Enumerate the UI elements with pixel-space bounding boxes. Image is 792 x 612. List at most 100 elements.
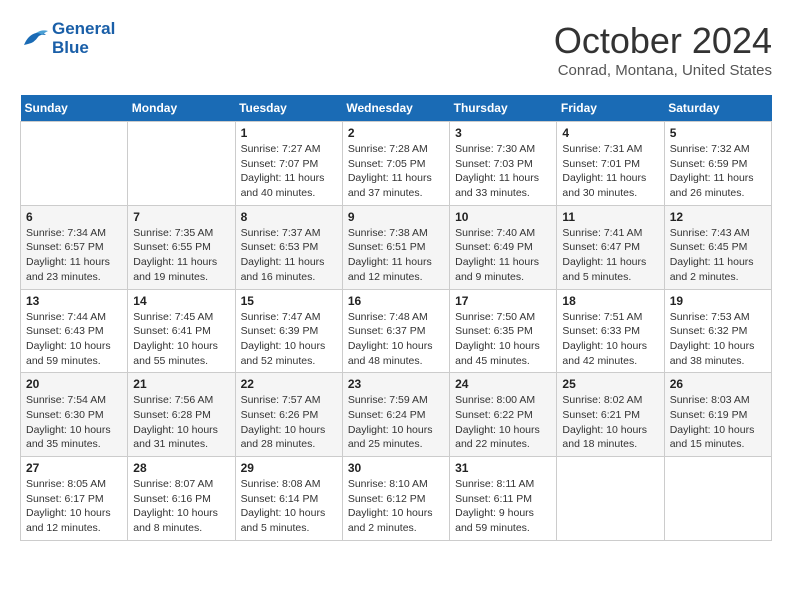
calendar-cell: 17 Sunrise: 7:50 AMSunset: 6:35 PMDayligh… <box>450 289 557 373</box>
day-number: 10 <box>455 210 551 224</box>
weekday-header-tuesday: Tuesday <box>235 95 342 122</box>
calendar-cell: 19 Sunrise: 7:53 AMSunset: 6:32 PMDayligh… <box>664 289 771 373</box>
day-number: 21 <box>133 377 229 391</box>
calendar-cell: 21 Sunrise: 7:56 AMSunset: 6:28 PMDayligh… <box>128 373 235 457</box>
day-info: Sunrise: 7:50 AMSunset: 6:35 PMDaylight:… <box>455 310 551 369</box>
weekday-header-thursday: Thursday <box>450 95 557 122</box>
day-number: 28 <box>133 461 229 475</box>
calendar-cell <box>664 457 771 541</box>
day-info: Sunrise: 7:34 AMSunset: 6:57 PMDaylight:… <box>26 226 122 285</box>
day-info: Sunrise: 7:37 AMSunset: 6:53 PMDaylight:… <box>241 226 337 285</box>
day-info: Sunrise: 8:07 AMSunset: 6:16 PMDaylight:… <box>133 477 229 536</box>
day-info: Sunrise: 7:32 AMSunset: 6:59 PMDaylight:… <box>670 142 766 201</box>
calendar-cell: 15Sunrise: 7:47 AMSunset: 6:39 PMDayligh… <box>235 289 342 373</box>
day-info: Sunrise: 8:08 AMSunset: 6:14 PMDaylight:… <box>241 477 337 536</box>
day-number: 27 <box>26 461 122 475</box>
calendar-week-5: 27 Sunrise: 8:05 AMSunset: 6:17 PMDayligh… <box>21 457 772 541</box>
calendar-cell: 14Sunrise: 7:45 AMSunset: 6:41 PMDayligh… <box>128 289 235 373</box>
calendar-cell: 6 Sunrise: 7:34 AMSunset: 6:57 PMDaylight… <box>21 205 128 289</box>
day-number: 14 <box>133 294 229 308</box>
day-info: Sunrise: 8:11 AMSunset: 6:11 PMDaylight:… <box>455 477 551 536</box>
calendar-cell: 26 Sunrise: 8:03 AMSunset: 6:19 PMDayligh… <box>664 373 771 457</box>
day-number: 17 <box>455 294 551 308</box>
calendar-cell: 11 Sunrise: 7:41 AMSunset: 6:47 PMDayligh… <box>557 205 664 289</box>
day-info: Sunrise: 7:48 AMSunset: 6:37 PMDaylight:… <box>348 310 444 369</box>
day-info: Sunrise: 7:27 AMSunset: 7:07 PMDaylight:… <box>241 142 337 201</box>
weekday-header-monday: Monday <box>128 95 235 122</box>
weekday-header-wednesday: Wednesday <box>342 95 449 122</box>
day-info: Sunrise: 7:28 AMSunset: 7:05 PMDaylight:… <box>348 142 444 201</box>
day-number: 5 <box>670 126 766 140</box>
title-section: October 2024 Conrad, Montana, United Sta… <box>554 20 772 79</box>
calendar-cell: 22Sunrise: 7:57 AMSunset: 6:26 PMDayligh… <box>235 373 342 457</box>
day-info: Sunrise: 7:35 AMSunset: 6:55 PMDaylight:… <box>133 226 229 285</box>
calendar-cell: 31 Sunrise: 8:11 AMSunset: 6:11 PMDayligh… <box>450 457 557 541</box>
day-info: Sunrise: 7:56 AMSunset: 6:28 PMDaylight:… <box>133 393 229 452</box>
day-number: 13 <box>26 294 122 308</box>
calendar-cell: 18 Sunrise: 7:51 AMSunset: 6:33 PMDayligh… <box>557 289 664 373</box>
location-text: Conrad, Montana, United States <box>554 62 772 79</box>
calendar-cell: 23Sunrise: 7:59 AMSunset: 6:24 PMDayligh… <box>342 373 449 457</box>
calendar-week-2: 6 Sunrise: 7:34 AMSunset: 6:57 PMDaylight… <box>21 205 772 289</box>
day-number: 2 <box>348 126 444 140</box>
day-number: 7 <box>133 210 229 224</box>
day-info: Sunrise: 7:43 AMSunset: 6:45 PMDaylight:… <box>670 226 766 285</box>
logo-text: General Blue <box>52 20 115 57</box>
day-number: 4 <box>562 126 658 140</box>
calendar-cell <box>128 122 235 206</box>
day-number: 12 <box>670 210 766 224</box>
calendar-cell: 8 Sunrise: 7:37 AMSunset: 6:53 PMDaylight… <box>235 205 342 289</box>
calendar-cell: 9 Sunrise: 7:38 AMSunset: 6:51 PMDaylight… <box>342 205 449 289</box>
day-info: Sunrise: 7:51 AMSunset: 6:33 PMDaylight:… <box>562 310 658 369</box>
day-number: 31 <box>455 461 551 475</box>
day-number: 20 <box>26 377 122 391</box>
day-info: Sunrise: 8:05 AMSunset: 6:17 PMDaylight:… <box>26 477 122 536</box>
calendar-cell: 2 Sunrise: 7:28 AMSunset: 7:05 PMDaylight… <box>342 122 449 206</box>
day-number: 6 <box>26 210 122 224</box>
day-info: Sunrise: 8:10 AMSunset: 6:12 PMDaylight:… <box>348 477 444 536</box>
weekday-header-sunday: Sunday <box>21 95 128 122</box>
calendar-cell: 27 Sunrise: 8:05 AMSunset: 6:17 PMDayligh… <box>21 457 128 541</box>
day-number: 18 <box>562 294 658 308</box>
calendar-cell: 29Sunrise: 8:08 AMSunset: 6:14 PMDayligh… <box>235 457 342 541</box>
day-number: 9 <box>348 210 444 224</box>
weekday-header-row: SundayMondayTuesdayWednesdayThursdayFrid… <box>21 95 772 122</box>
logo-bird-icon <box>20 27 48 51</box>
day-info: Sunrise: 7:53 AMSunset: 6:32 PMDaylight:… <box>670 310 766 369</box>
day-info: Sunrise: 7:47 AMSunset: 6:39 PMDaylight:… <box>241 310 337 369</box>
day-number: 19 <box>670 294 766 308</box>
day-info: Sunrise: 7:30 AMSunset: 7:03 PMDaylight:… <box>455 142 551 201</box>
logo: General Blue <box>20 20 115 57</box>
page-header: General Blue October 2024 Conrad, Montan… <box>20 20 772 79</box>
calendar-cell <box>557 457 664 541</box>
day-number: 1 <box>241 126 337 140</box>
day-info: Sunrise: 7:44 AMSunset: 6:43 PMDaylight:… <box>26 310 122 369</box>
calendar-cell: 12 Sunrise: 7:43 AMSunset: 6:45 PMDayligh… <box>664 205 771 289</box>
calendar-cell: 10 Sunrise: 7:40 AMSunset: 6:49 PMDayligh… <box>450 205 557 289</box>
weekday-header-saturday: Saturday <box>664 95 771 122</box>
calendar-cell: 1 Sunrise: 7:27 AMSunset: 7:07 PMDaylight… <box>235 122 342 206</box>
day-number: 8 <box>241 210 337 224</box>
day-number: 26 <box>670 377 766 391</box>
day-info: Sunrise: 7:54 AMSunset: 6:30 PMDaylight:… <box>26 393 122 452</box>
day-info: Sunrise: 7:41 AMSunset: 6:47 PMDaylight:… <box>562 226 658 285</box>
calendar-cell <box>21 122 128 206</box>
calendar-cell: 5 Sunrise: 7:32 AMSunset: 6:59 PMDaylight… <box>664 122 771 206</box>
day-info: Sunrise: 8:00 AMSunset: 6:22 PMDaylight:… <box>455 393 551 452</box>
calendar-cell: 25Sunrise: 8:02 AMSunset: 6:21 PMDayligh… <box>557 373 664 457</box>
calendar-cell: 20 Sunrise: 7:54 AMSunset: 6:30 PMDayligh… <box>21 373 128 457</box>
day-number: 24 <box>455 377 551 391</box>
calendar-cell: 3Sunrise: 7:30 AMSunset: 7:03 PMDaylight… <box>450 122 557 206</box>
calendar-cell: 7 Sunrise: 7:35 AMSunset: 6:55 PMDaylight… <box>128 205 235 289</box>
month-title: October 2024 <box>554 20 772 62</box>
weekday-header-friday: Friday <box>557 95 664 122</box>
day-info: Sunrise: 7:57 AMSunset: 6:26 PMDaylight:… <box>241 393 337 452</box>
calendar-cell: 24 Sunrise: 8:00 AMSunset: 6:22 PMDayligh… <box>450 373 557 457</box>
day-number: 23 <box>348 377 444 391</box>
day-info: Sunrise: 7:40 AMSunset: 6:49 PMDaylight:… <box>455 226 551 285</box>
day-info: Sunrise: 7:38 AMSunset: 6:51 PMDaylight:… <box>348 226 444 285</box>
calendar-week-3: 13 Sunrise: 7:44 AMSunset: 6:43 PMDayligh… <box>21 289 772 373</box>
day-number: 11 <box>562 210 658 224</box>
day-info: Sunrise: 8:02 AMSunset: 6:21 PMDaylight:… <box>562 393 658 452</box>
day-info: Sunrise: 8:03 AMSunset: 6:19 PMDaylight:… <box>670 393 766 452</box>
